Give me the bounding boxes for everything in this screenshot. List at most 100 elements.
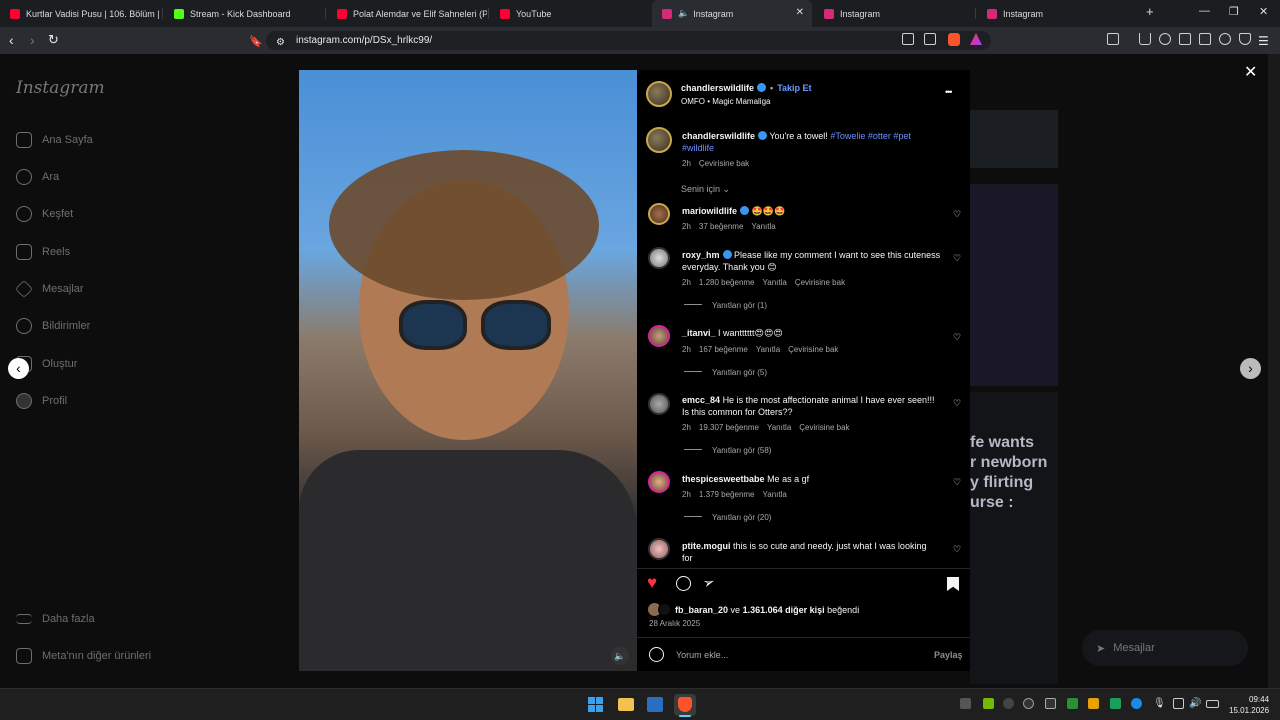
brave-browser-icon[interactable] <box>678 697 692 712</box>
follow-button[interactable]: Takip Et <box>777 83 811 93</box>
microphone-icon[interactable]: 🎙 <box>1153 698 1166 709</box>
back-icon[interactable]: ‹ <box>9 32 14 48</box>
restore-icon[interactable]: ❐ <box>1229 5 1239 18</box>
mute-icon[interactable]: 🔈 <box>611 647 629 665</box>
wallet-icon[interactable] <box>1199 33 1211 45</box>
caption-avatar[interactable] <box>646 127 672 153</box>
photos-icon[interactable] <box>647 697 663 712</box>
hamburger-icon <box>16 614 32 624</box>
leo-icon[interactable] <box>1219 33 1231 45</box>
new-tab-button[interactable]: + <box>1146 4 1154 19</box>
comment-meta: 2h 1.379 beğenme Yanıtla <box>682 490 787 499</box>
comment-like-icon[interactable]: ♡ <box>953 209 961 220</box>
brave-shield-icon[interactable] <box>948 33 960 46</box>
instagram-logo[interactable]: Instagram <box>16 78 105 98</box>
post-comment-button[interactable]: Paylaş <box>934 650 963 660</box>
close-tab-icon[interactable]: ✕ <box>796 7 804 18</box>
next-post-button[interactable]: › <box>1240 358 1261 379</box>
sidebar-item-messages[interactable]: Mesajlar <box>14 279 84 299</box>
sidebar-item-profile[interactable]: Profil <box>16 391 67 411</box>
vpn-icon[interactable] <box>1239 33 1251 45</box>
author-username[interactable]: chandlerswildlife • Takip Et <box>681 83 812 93</box>
messages-button[interactable]: ➤ Mesajlar <box>1082 630 1248 666</box>
tab-6[interactable]: Instagram <box>977 0 1137 27</box>
tray-app-icon[interactable] <box>1131 698 1142 709</box>
comment-avatar[interactable] <box>648 203 670 225</box>
tab-3[interactable]: YouTube <box>490 0 650 27</box>
comment-meta: 2h 1.280 beğenme Yanıtla Çevirisine bak <box>682 278 846 287</box>
post-video[interactable]: 🔈 <box>299 70 637 671</box>
tab-2[interactable]: Polat Alemdar ve Elif Sahneleri (Part <box>327 0 487 27</box>
sidebar-item-reels[interactable]: Reels <box>16 242 70 262</box>
network-icon[interactable] <box>1173 698 1184 709</box>
comment-like-icon[interactable]: ♡ <box>953 332 961 343</box>
url-text[interactable]: instagram.com/p/DSx_hrlkc99/ <box>296 35 432 46</box>
like-icon[interactable]: ♥ <box>647 573 657 593</box>
tray-app-icon[interactable] <box>1045 698 1056 709</box>
author-avatar[interactable] <box>646 81 672 107</box>
emoji-icon[interactable] <box>649 647 664 662</box>
page-scrollbar[interactable] <box>1268 54 1280 688</box>
close-modal-icon[interactable]: ✕ <box>1244 62 1257 82</box>
sidebar-item-meta[interactable]: Meta'nın diğer ürünleri <box>16 646 151 666</box>
battery-icon[interactable] <box>1206 700 1219 708</box>
comment-avatar[interactable] <box>648 393 670 415</box>
tray-app-icon[interactable] <box>1110 698 1121 709</box>
prev-post-button[interactable]: ‹ <box>8 358 29 379</box>
view-replies[interactable]: Yanıtları gör (1) <box>684 301 767 310</box>
comment-like-icon[interactable]: ♡ <box>953 477 961 488</box>
share-icon[interactable] <box>924 33 936 45</box>
menu-icon[interactable]: ☰ <box>1258 33 1269 49</box>
sidebar-item-more[interactable]: Daha fazla <box>16 609 95 629</box>
minimize-icon[interactable]: — <box>1199 5 1210 17</box>
comment-like-icon[interactable]: ♡ <box>953 544 961 555</box>
tray-app-icon[interactable] <box>1003 698 1014 709</box>
media-icon[interactable] <box>1159 33 1171 45</box>
bookmark-icon[interactable]: 🔖 <box>249 34 263 50</box>
file-explorer-icon[interactable] <box>618 698 634 711</box>
sidebar-item-home[interactable]: Ana Sayfa <box>16 130 93 150</box>
view-replies[interactable]: Yanıtları gör (58) <box>684 446 771 455</box>
volume-icon[interactable]: 🔊 <box>1189 698 1201 709</box>
sidebar-icon[interactable] <box>1179 33 1191 45</box>
more-options-icon[interactable]: ••• <box>945 87 953 97</box>
comment-avatar[interactable] <box>648 247 670 269</box>
view-replies[interactable]: Yanıtları gör (20) <box>684 513 771 522</box>
tray-app-icon[interactable] <box>960 698 971 709</box>
sidebar-panel-icon[interactable] <box>1107 33 1119 45</box>
tab-1[interactable]: Stream - Kick Dashboard <box>164 0 324 27</box>
comment-avatar[interactable] <box>648 471 670 493</box>
nvidia-icon[interactable] <box>983 698 994 709</box>
tray-app-icon[interactable] <box>1088 698 1099 709</box>
view-replies[interactable]: Yanıtları gör (5) <box>684 368 767 377</box>
cast-icon[interactable] <box>902 33 914 45</box>
download-icon[interactable] <box>1139 33 1151 45</box>
reload-icon[interactable]: ↻ <box>48 32 59 48</box>
comment-avatar[interactable] <box>648 538 670 560</box>
audio-label[interactable]: OMFO • Magic Mamaliga <box>681 97 770 106</box>
comment-avatar[interactable] <box>648 325 670 347</box>
comment-like-icon[interactable]: ♡ <box>953 253 961 264</box>
sidebar-item-notifications[interactable]: Bildirimler <box>16 316 90 336</box>
start-icon[interactable] <box>588 697 603 712</box>
comment-meta: 2h 167 beğenme Yanıtla Çevirisine bak <box>682 345 839 354</box>
sort-comments-dropdown[interactable]: Senin için ⌄ <box>681 184 730 195</box>
tab-5[interactable]: Instagram <box>814 0 974 27</box>
likes-summary[interactable]: fb_baran_20 ve 1.361.064 diğer kişi beğe… <box>675 604 859 616</box>
comment-meta: 2h 19.307 beğenme Yanıtla Çevirisine bak <box>682 423 850 432</box>
tab-0[interactable]: Kurtlar Vadisi Pusu | 106. Bölüm | Yü <box>0 0 162 27</box>
comment-like-icon[interactable]: ♡ <box>953 398 961 409</box>
close-window-icon[interactable]: ✕ <box>1259 5 1268 18</box>
clock[interactable]: 09:44 15.01.2026 <box>1229 694 1269 716</box>
comment-meta: 2h 37 beğenme Yanıtla <box>682 222 776 231</box>
tray-app-icon[interactable] <box>1023 698 1034 709</box>
sidebar-item-search[interactable]: Ara <box>16 167 59 187</box>
site-settings-icon[interactable]: ⚙ <box>276 35 285 51</box>
sidebar-item-explore[interactable]: Keşfet <box>16 204 73 224</box>
tray-app-icon[interactable] <box>1067 698 1078 709</box>
forward-icon[interactable]: › <box>30 32 35 48</box>
tab-4-active[interactable]: 🔈 Instagram ✕ <box>652 0 812 27</box>
comment-icon[interactable] <box>676 576 691 591</box>
comment-input[interactable]: Yorum ekle... <box>676 650 728 660</box>
kick-icon <box>174 8 184 19</box>
